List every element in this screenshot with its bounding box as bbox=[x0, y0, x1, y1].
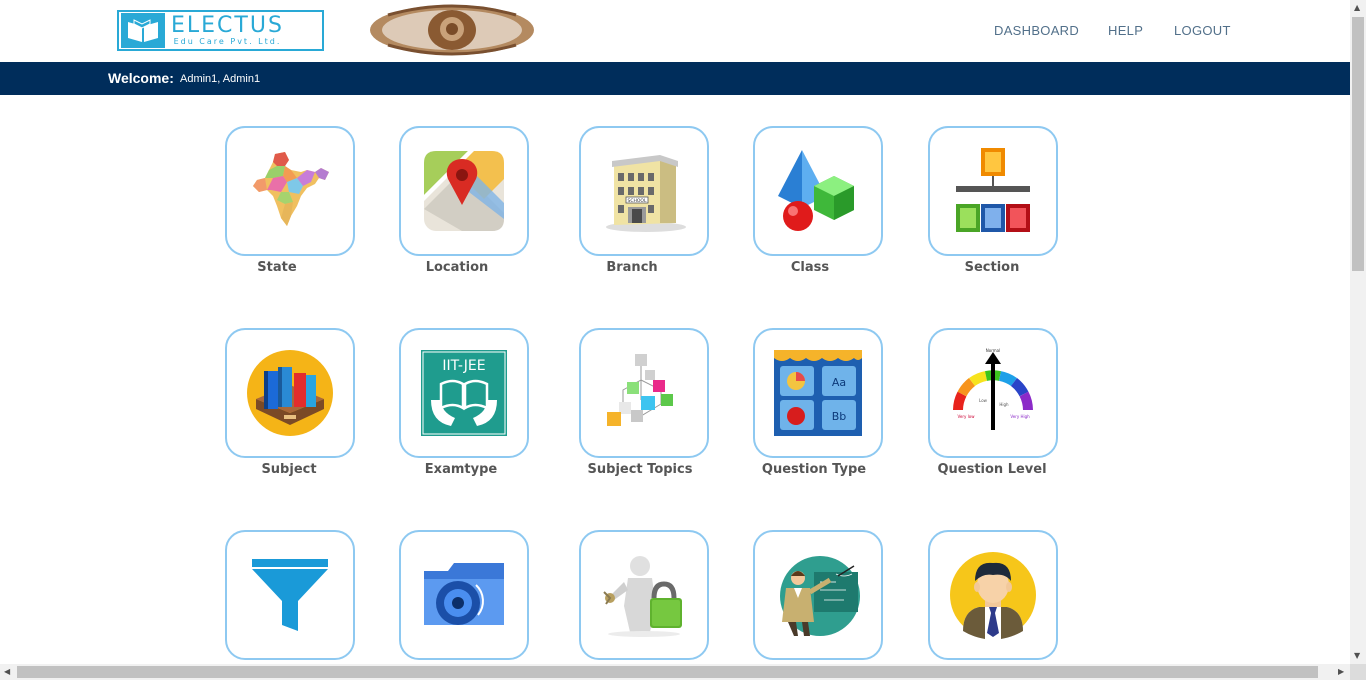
welcome-bar: Welcome: Admin1, Admin1 bbox=[0, 62, 1350, 95]
question-type-icon: Aa Bb bbox=[774, 350, 862, 436]
map-pin-icon bbox=[424, 151, 504, 231]
scroll-down-icon[interactable]: ▼ bbox=[1354, 652, 1360, 660]
vertical-scrollbar[interactable]: ▲ ▼ bbox=[1350, 0, 1366, 664]
tile-location-label: Location bbox=[425, 260, 489, 275]
tile-state-label: State bbox=[257, 260, 297, 275]
level-mid-high: High bbox=[999, 402, 1009, 407]
logo-subtitle: Edu Care Pvt. Ltd. bbox=[173, 36, 282, 46]
horizontal-scroll-thumb[interactable] bbox=[17, 666, 1318, 678]
3d-shapes-icon bbox=[778, 150, 854, 231]
iit-jee-book-icon: IIT-JEE bbox=[421, 350, 507, 436]
horizontal-scrollbar[interactable]: ◀ ▶ bbox=[0, 664, 1350, 680]
tile-filter[interactable] bbox=[225, 530, 355, 660]
vertical-scroll-thumb[interactable] bbox=[1352, 17, 1364, 271]
scroll-up-icon[interactable]: ▲ bbox=[1354, 4, 1360, 12]
nav-logout[interactable]: LOGOUT bbox=[1174, 23, 1231, 38]
electus-logo[interactable]: ELECTUS Edu Care Pvt. Ltd. bbox=[117, 10, 324, 51]
book-logo-icon bbox=[121, 13, 165, 48]
welcome-label: Welcome: bbox=[108, 70, 174, 86]
tile-teacher[interactable] bbox=[753, 530, 883, 660]
tile-access[interactable] bbox=[579, 530, 709, 660]
level-top: Normal bbox=[986, 348, 1000, 353]
level-right: Very High bbox=[1010, 414, 1030, 419]
qtype-text-b: Bb bbox=[832, 410, 847, 423]
tile-subject-topics[interactable] bbox=[579, 328, 709, 458]
qtype-text-a: Aa bbox=[832, 376, 846, 389]
student-avatar-icon bbox=[950, 552, 1036, 639]
tile-branch-label: Branch bbox=[606, 260, 658, 275]
school-building-icon: SCHOOL bbox=[606, 155, 686, 232]
scrollbar-corner bbox=[1350, 664, 1366, 680]
nav-dashboard[interactable]: DASHBOARD bbox=[994, 23, 1079, 38]
tile-class-label: Class bbox=[790, 260, 830, 275]
tile-state[interactable] bbox=[225, 126, 355, 256]
tile-subject[interactable] bbox=[225, 328, 355, 458]
tile-subject-label: Subject bbox=[261, 462, 317, 477]
top-header: ELECTUS Edu Care Pvt. Ltd. DASHBOARD HEL… bbox=[0, 0, 1350, 62]
logo-name: ELECTUS bbox=[171, 12, 284, 38]
tile-question-type[interactable]: Aa Bb bbox=[753, 328, 883, 458]
difficulty-gauge-icon: Normal Very low Very High Low High bbox=[953, 348, 1033, 430]
school-seal-logo bbox=[370, 4, 534, 56]
tile-student[interactable] bbox=[928, 530, 1058, 660]
scroll-right-icon[interactable]: ▶ bbox=[1338, 668, 1344, 676]
tile-examtype-label: Examtype bbox=[424, 462, 498, 477]
tile-section-label: Section bbox=[964, 260, 1020, 275]
iit-jee-text: IIT-JEE bbox=[442, 358, 485, 374]
level-mid-low: Low bbox=[979, 398, 988, 403]
tile-subject-topics-label: Subject Topics bbox=[587, 462, 693, 477]
tile-question-level[interactable]: Normal Very low Very High Low High bbox=[928, 328, 1058, 458]
welcome-user: Admin1, Admin1 bbox=[180, 73, 261, 85]
tile-question-type-label: Question Type bbox=[761, 462, 867, 477]
teacher-icon bbox=[780, 556, 860, 636]
level-left: Very low bbox=[958, 414, 976, 419]
india-map-icon bbox=[253, 152, 329, 226]
tile-location[interactable] bbox=[399, 126, 529, 256]
tile-question-level-label: Question Level bbox=[937, 462, 1047, 477]
hierarchy-icon bbox=[956, 148, 1030, 232]
filter-funnel-icon bbox=[252, 559, 328, 631]
folder-camera-icon bbox=[424, 563, 504, 625]
tile-media[interactable] bbox=[399, 530, 529, 660]
tile-class[interactable] bbox=[753, 126, 883, 256]
school-sign: SCHOOL bbox=[628, 198, 647, 204]
key-lock-user-icon bbox=[603, 556, 682, 637]
books-icon bbox=[247, 350, 333, 436]
tile-examtype[interactable]: IIT-JEE bbox=[399, 328, 529, 458]
nav-help[interactable]: HELP bbox=[1108, 23, 1143, 38]
tile-branch[interactable]: SCHOOL bbox=[579, 126, 709, 256]
page: ELECTUS Edu Care Pvt. Ltd. DASHBOARD HEL… bbox=[0, 0, 1366, 680]
scroll-left-icon[interactable]: ◀ bbox=[4, 668, 10, 676]
tile-section[interactable] bbox=[928, 126, 1058, 256]
topic-cubes-icon bbox=[607, 354, 673, 426]
